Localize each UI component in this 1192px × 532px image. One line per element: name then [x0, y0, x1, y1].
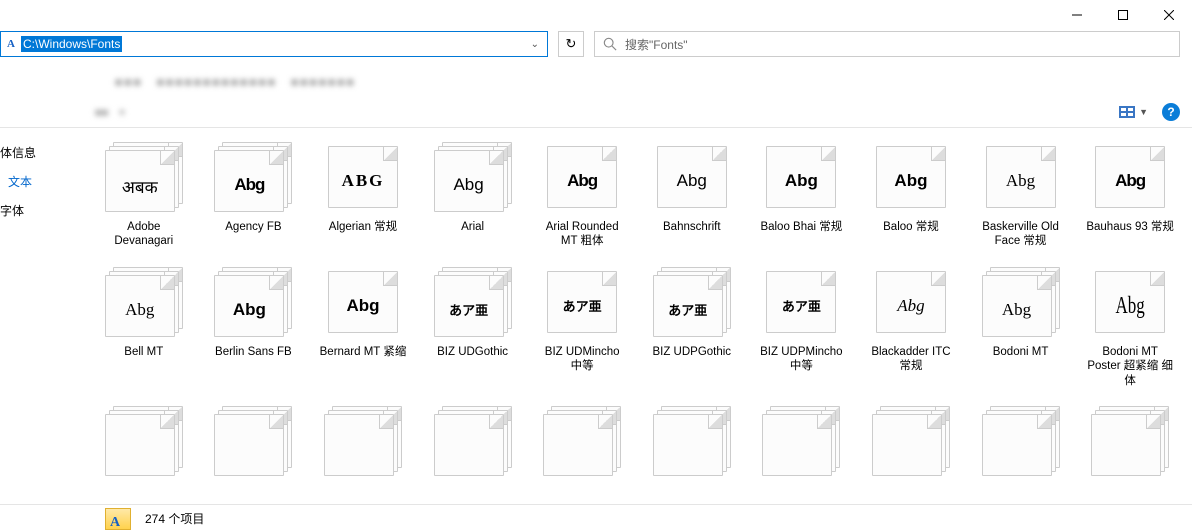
font-name: Bahnschrift: [663, 220, 721, 234]
font-item[interactable]: あア亜 BIZ UDPMincho 中等: [758, 267, 846, 388]
font-sample: Abg: [1096, 171, 1164, 191]
status-item-count: 274 个项目: [145, 510, 204, 527]
font-sample: Abg: [767, 171, 835, 191]
font-sample: Abg: [215, 175, 283, 195]
font-item[interactable]: ABG Algerian 常规: [319, 142, 407, 249]
font-item[interactable]: Abg Bauhaus 93 常规: [1086, 142, 1174, 249]
font-name: Blackadder ITC 常规: [867, 345, 955, 374]
font-item[interactable]: [867, 406, 955, 484]
font-item[interactable]: あア亜 BIZ UDMincho 中等: [538, 267, 626, 388]
chevron-down-icon: ▼: [1139, 107, 1148, 117]
address-path: C:\Windows\Fonts: [21, 36, 122, 52]
sidebar-item-text[interactable]: 文本: [0, 167, 40, 196]
search-box[interactable]: 搜索"Fonts": [594, 31, 1180, 57]
font-sample: Abg: [658, 171, 726, 191]
font-item[interactable]: Abg Bell MT: [100, 267, 188, 388]
font-folder-icon: A: [1, 38, 21, 50]
font-item[interactable]: [538, 406, 626, 484]
font-item[interactable]: Abg Arial Rounded MT 粗体: [538, 142, 626, 249]
font-name: Baloo Bhai 常规: [760, 220, 842, 234]
font-sample: Abg: [983, 300, 1051, 320]
sidebar-item-font[interactable]: 字体: [0, 196, 40, 225]
font-name: Bauhaus 93 常规: [1086, 220, 1174, 234]
font-item[interactable]: [1086, 406, 1174, 484]
font-name: Baloo 常规: [883, 220, 939, 234]
font-item[interactable]: Abg Baloo Bhai 常规: [758, 142, 846, 249]
font-item[interactable]: Abg Baloo 常规: [867, 142, 955, 249]
font-item[interactable]: [758, 406, 846, 484]
font-item[interactable]: [210, 406, 298, 484]
font-sample: あア亜: [767, 296, 835, 315]
font-name: BIZ UDPGothic: [652, 345, 731, 359]
font-name: Arial Rounded MT 粗体: [538, 220, 626, 249]
font-sample: あア亜: [435, 300, 503, 319]
font-item[interactable]: [319, 406, 407, 484]
refresh-button[interactable]: ↻: [558, 31, 584, 57]
font-item[interactable]: [429, 406, 517, 484]
minimize-button[interactable]: [1054, 0, 1100, 30]
font-sample: Abg: [987, 171, 1055, 191]
font-item[interactable]: Abg Bernard MT 紧缩: [319, 267, 407, 388]
font-name: BIZ UDGothic: [437, 345, 508, 359]
font-sample: あア亜: [548, 296, 616, 315]
font-sample: अबक: [106, 175, 174, 198]
font-name: Berlin Sans FB: [215, 345, 292, 359]
font-name: Bell MT: [124, 345, 163, 359]
font-item[interactable]: Abg Agency FB: [210, 142, 298, 249]
font-item[interactable]: あア亜 BIZ UDGothic: [429, 267, 517, 388]
window-titlebar: [0, 0, 1192, 30]
font-sample: あア亜: [654, 300, 722, 319]
view-toolbar: ■■ ▾ ▼ ?: [0, 96, 1192, 128]
maximize-button[interactable]: [1100, 0, 1146, 30]
sidebar-item-fontinfo[interactable]: 体信息: [0, 138, 40, 167]
font-item[interactable]: [977, 406, 1065, 484]
font-item[interactable]: Abg Baskerville Old Face 常规: [977, 142, 1065, 249]
font-item[interactable]: [648, 406, 736, 484]
font-name: Baskerville Old Face 常规: [977, 220, 1065, 249]
font-name: Adobe Devanagari: [100, 220, 188, 249]
folder-font-icon: [105, 508, 131, 530]
font-item[interactable]: अबक Adobe Devanagari: [100, 142, 188, 249]
close-button[interactable]: [1146, 0, 1192, 30]
view-mode-button[interactable]: ▼: [1119, 106, 1148, 118]
font-item[interactable]: Abg Bodoni MT: [977, 267, 1065, 388]
font-item[interactable]: [100, 406, 188, 484]
font-item[interactable]: あア亜 BIZ UDPGothic: [648, 267, 736, 388]
font-name: Arial: [461, 220, 484, 234]
font-sample: Abg: [877, 171, 945, 191]
help-button[interactable]: ?: [1162, 103, 1180, 121]
font-name: Bodoni MT: [993, 345, 1049, 359]
font-name: Algerian 常规: [329, 220, 397, 234]
font-grid: अबक Adobe Devanagari Abg Agency FB ABG Algeri…: [40, 128, 1192, 504]
font-sample: Abg: [548, 171, 616, 191]
font-sample: Abg: [215, 300, 283, 320]
font-item[interactable]: Abg Bahnschrift: [648, 142, 736, 249]
font-sample: Abg: [877, 296, 945, 316]
font-name: Agency FB: [225, 220, 281, 234]
breadcrumb: ■■■ ■■■■■■■■■■■■■ ■■■■■■■: [0, 66, 1192, 96]
font-item[interactable]: Abg Bodoni MT Poster 超紧缩 细体: [1086, 267, 1174, 388]
font-item[interactable]: Abg Arial: [429, 142, 517, 249]
font-sample: Abg: [1096, 292, 1164, 320]
search-icon: [603, 37, 617, 51]
address-search-row: A C:\Windows\Fonts ⌄ ↻ 搜索"Fonts": [0, 30, 1192, 66]
search-placeholder: 搜索"Fonts": [625, 36, 688, 53]
font-item[interactable]: Abg Berlin Sans FB: [210, 267, 298, 388]
font-sample: Abg: [435, 175, 503, 195]
font-sample: Abg: [329, 296, 397, 316]
status-bar: 274 个项目: [0, 504, 1192, 532]
font-item[interactable]: Abg Blackadder ITC 常规: [867, 267, 955, 388]
font-name: Bodoni MT Poster 超紧缩 细体: [1086, 345, 1174, 388]
font-name: Bernard MT 紧缩: [320, 345, 407, 359]
address-dropdown-icon[interactable]: ⌄: [523, 39, 547, 50]
address-bar[interactable]: A C:\Windows\Fonts ⌄: [0, 31, 548, 57]
sidebar: 体信息 文本 字体: [0, 128, 40, 504]
font-name: BIZ UDPMincho 中等: [758, 345, 846, 374]
font-name: BIZ UDMincho 中等: [538, 345, 626, 374]
font-sample: Abg: [106, 300, 174, 320]
font-sample: ABG: [329, 171, 397, 191]
